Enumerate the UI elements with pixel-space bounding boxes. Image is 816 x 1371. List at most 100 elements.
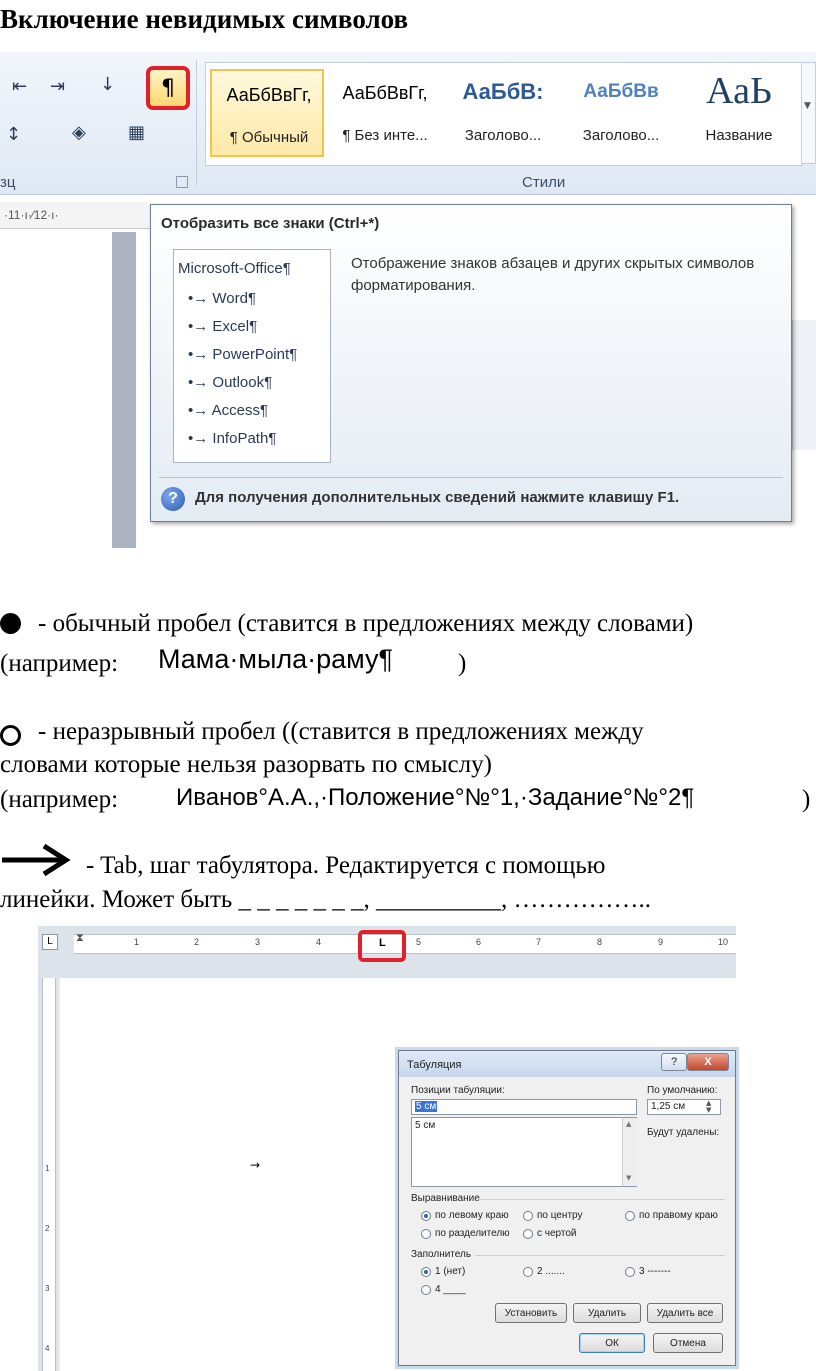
leader-none-label: 1 (нет) (435, 1266, 466, 1277)
nonbreaking-space-example: Иванов°А.А.,·Положение°№°1,·Задание°№°2¶ (176, 784, 695, 811)
ruler-number: 10 (718, 937, 729, 947)
tab-position-value: 5 см (415, 1101, 438, 1112)
align-left-label: по левому краю (435, 1210, 509, 1221)
tab-positions-label: Позиции табуляции: (411, 1085, 505, 1096)
tab-selector-button[interactable]: L (42, 934, 58, 950)
borders-icon[interactable]: ▦ (128, 122, 145, 143)
increase-indent-icon[interactable]: ⇥ (50, 76, 65, 97)
style-name: Заголово... (464, 127, 542, 144)
ruler-number: 2 (194, 937, 200, 947)
tab-description-2: линейки. Может быть _ _ _ _ _ _ _, _____… (0, 886, 652, 913)
preview-item: •→ Access¶ (188, 402, 268, 419)
align-right-label: по правому краю (639, 1210, 718, 1221)
tab-stop-highlight (358, 930, 406, 962)
leader-line-radio[interactable] (421, 1285, 431, 1295)
ruler-strip: ·11·ı·⁄12·ı· (0, 202, 150, 229)
paragraph-group-label: зц (0, 174, 16, 191)
ok-button[interactable]: ОК (579, 1333, 645, 1353)
gallery-scroll[interactable]: ▼ (801, 62, 816, 164)
scroll-down-icon[interactable]: ▼ (626, 1174, 631, 1182)
vruler-number: 4 (45, 1344, 50, 1353)
list-item[interactable]: 5 см (415, 1120, 435, 1131)
dialog-launcher-icon[interactable] (176, 176, 188, 188)
cancel-button[interactable]: Отмена (653, 1333, 723, 1353)
tab-positions-list[interactable]: 5 см ▲ ▼ (411, 1117, 637, 1187)
ruler-number: 1 (134, 937, 140, 947)
tooltip-title: Отобразить все знаки (Ctrl+*) (161, 215, 380, 232)
vruler-number: 1 (45, 1164, 50, 1173)
tab-description: - Tab, шаг табулятора. Редактируется с п… (86, 852, 606, 879)
decrease-indent-icon[interactable]: ⇤ (12, 76, 27, 97)
align-bar-label: с чертой (537, 1228, 577, 1239)
dialog-title: Табуляция (407, 1059, 462, 1071)
tab-position-input[interactable]: 5 см (411, 1099, 637, 1115)
style-sample: АаБбВвГг, (342, 83, 428, 103)
default-stops-label: По умолчанию: (647, 1085, 718, 1096)
style-heading-1[interactable]: АаБбВ: Заголово... (446, 69, 560, 157)
pilcrow-icon: ¶ (161, 75, 175, 101)
help-icon-glyph: ? (168, 490, 178, 507)
preview-header: Microsoft-Office¶ (178, 260, 291, 277)
vruler-number: 3 (45, 1284, 50, 1293)
style-sample: АаБбВ: (462, 79, 544, 104)
ruler-number: 9 (658, 937, 664, 947)
style-heading-2[interactable]: АаБбВв Заголово... (564, 69, 678, 157)
show-formatting-marks-button[interactable]: ¶ (146, 66, 190, 110)
dialog-titlebar: Табуляция ? X (399, 1051, 735, 1077)
scroll-up-icon[interactable]: ▲ (626, 1120, 631, 1128)
spin-arrows-icon[interactable]: ▲ ▼ (706, 1100, 711, 1114)
dialog-close-button[interactable]: X (687, 1053, 729, 1071)
leader-dots-label: 2 ....... (537, 1266, 565, 1277)
vruler-number: 2 (45, 1224, 50, 1233)
align-center-label: по центру (537, 1210, 583, 1221)
vertical-ruler: 1 2 3 4 (38, 978, 58, 1371)
set-button[interactable]: Установить (495, 1303, 567, 1323)
dialog-help-button[interactable]: ? (661, 1053, 687, 1071)
nonbreaking-space-circle-icon (0, 725, 21, 746)
style-name: Заголово... (582, 127, 660, 144)
shading-icon[interactable]: ◈ (72, 122, 86, 143)
horizontal-ruler: L 1 2 3 4 5 6 7 8 9 10 ⧗ L (38, 926, 736, 978)
line-spacing-icon[interactable]: ↕ (6, 124, 21, 145)
ruler-number: 6 (476, 937, 482, 947)
regular-space-text: - обычный пробел (ставится в предложения… (38, 610, 694, 637)
clear-all-button[interactable]: Удалить все (647, 1303, 723, 1323)
tab-arrow-icon (2, 843, 71, 877)
align-left-radio[interactable] (421, 1211, 431, 1221)
tooltip-description: Отображение знаков абзацев и других скры… (351, 255, 755, 294)
align-right-radio[interactable] (625, 1211, 635, 1221)
clear-button[interactable]: Удалить (573, 1303, 641, 1323)
style-sample: АаБбВвГг, (226, 85, 312, 105)
leader-dashes-radio[interactable] (625, 1267, 635, 1277)
tooltip-divider (159, 477, 783, 478)
style-no-spacing[interactable]: АаБбВвГг, ¶ Без инте... (328, 69, 442, 157)
align-decimal-radio[interactable] (421, 1229, 431, 1239)
ruler-number: 8 (597, 937, 603, 947)
indent-marker-icon[interactable]: ⧗ (76, 931, 84, 945)
leader-dashes-label: 3 ------- (639, 1266, 671, 1277)
tabs-dialog: Табуляция ? X Позиции табуляции: 5 см 5 … (398, 1050, 736, 1366)
leader-line-label: 4 ____ (435, 1284, 466, 1295)
default-stops-value: 1,25 см (651, 1101, 686, 1112)
sort-icon[interactable]: ↓ (100, 74, 115, 95)
align-bar-radio[interactable] (523, 1229, 533, 1239)
style-sample: АаБбВв (583, 81, 659, 102)
align-center-radio[interactable] (523, 1211, 533, 1221)
leader-none-radio[interactable] (421, 1267, 431, 1277)
scroll-down-icon[interactable]: ▼ (804, 101, 811, 111)
style-normal[interactable]: АаБбВвГг, ¶ Обычный (210, 69, 324, 157)
default-stops-input[interactable]: 1,25 см ▲ ▼ (647, 1099, 721, 1115)
regular-space-example-suffix: ) (458, 650, 467, 677)
ruler-number: 7 (536, 937, 542, 947)
regular-space-example-prefix: (например: (0, 650, 119, 677)
style-title[interactable]: АаЬ Название (682, 69, 796, 157)
group-divider (479, 1199, 725, 1200)
list-scrollbar[interactable]: ▲ ▼ (622, 1118, 637, 1186)
ruler-number: 4 (316, 937, 322, 947)
tab-mark: → (250, 1158, 261, 1172)
ruler-text: ·11·ı·⁄12·ı· (4, 208, 59, 222)
nonbreaking-space-text-2: словами которые нельзя разорвать по смыс… (0, 751, 492, 778)
preview-item: •→ Word¶ (188, 290, 257, 307)
leader-dots-radio[interactable] (523, 1267, 533, 1277)
tooltip-help-text: Для получения дополнительных сведений на… (195, 489, 680, 506)
